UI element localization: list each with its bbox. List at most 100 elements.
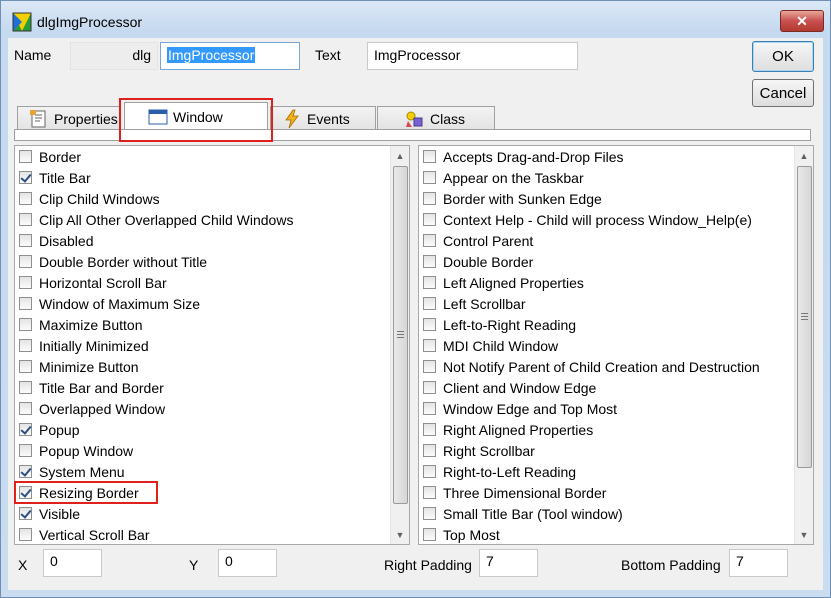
checkbox[interactable]	[19, 339, 32, 352]
checkbox[interactable]	[19, 507, 32, 520]
list-item[interactable]: Visible	[19, 503, 80, 524]
checkbox[interactable]	[19, 192, 32, 205]
checkbox[interactable]	[423, 465, 436, 478]
list-item[interactable]: Title Bar and Border	[19, 377, 164, 398]
list-item[interactable]: Right Scrollbar	[423, 440, 535, 461]
text-input[interactable]: ImgProcessor	[367, 42, 578, 70]
checkbox[interactable]	[19, 150, 32, 163]
checkbox[interactable]	[423, 297, 436, 310]
checkbox[interactable]	[19, 444, 32, 457]
left-scroll-thumb[interactable]	[393, 166, 408, 504]
checkbox[interactable]	[19, 528, 32, 541]
list-item[interactable]: Right-to-Left Reading	[423, 461, 576, 482]
checkbox[interactable]	[423, 234, 436, 247]
list-item[interactable]: Disabled	[19, 230, 93, 251]
list-item[interactable]: Context Help - Child will process Window…	[423, 209, 752, 230]
checkbox[interactable]	[423, 486, 436, 499]
checkbox[interactable]	[423, 402, 436, 415]
checkbox[interactable]	[19, 171, 32, 184]
list-item[interactable]: Clip Child Windows	[19, 188, 160, 209]
checkbox[interactable]	[19, 360, 32, 373]
checkbox[interactable]	[423, 381, 436, 394]
checkbox[interactable]	[19, 402, 32, 415]
scroll-up-icon[interactable]: ▲	[391, 147, 409, 164]
right-list-scrollbar[interactable]: ▲ ▼	[794, 146, 813, 544]
checkbox[interactable]	[19, 255, 32, 268]
list-item[interactable]: Initially Minimized	[19, 335, 149, 356]
title-bar[interactable]: dlgImgProcessor ✕	[1, 1, 830, 37]
list-item[interactable]: Title Bar	[19, 167, 91, 188]
list-item[interactable]: Top Most	[423, 524, 500, 545]
list-item[interactable]: Right Aligned Properties	[423, 419, 593, 440]
window-style-list-right[interactable]: Accepts Drag-and-Drop Files Appear on the…	[418, 145, 814, 545]
left-list-scrollbar[interactable]: ▲ ▼	[390, 146, 409, 544]
tab-properties[interactable]: Properties	[17, 106, 121, 130]
list-item[interactable]: Horizontal Scroll Bar	[19, 272, 167, 293]
checkbox[interactable]	[423, 444, 436, 457]
y-input[interactable]: 0	[218, 549, 277, 577]
scroll-up-icon[interactable]: ▲	[795, 147, 813, 164]
list-item[interactable]: System Menu	[19, 461, 125, 482]
list-item[interactable]: Three Dimensional Border	[423, 482, 606, 503]
checkbox[interactable]	[423, 423, 436, 436]
checkbox[interactable]	[423, 318, 436, 331]
list-item[interactable]: Popup	[19, 419, 79, 440]
list-item[interactable]: Accepts Drag-and-Drop Files	[423, 146, 624, 167]
list-item[interactable]: Window Edge and Top Most	[423, 398, 617, 419]
list-item[interactable]: Not Notify Parent of Child Creation and …	[423, 356, 760, 377]
checkbox[interactable]	[423, 255, 436, 268]
list-item[interactable]: Popup Window	[19, 440, 133, 461]
cancel-button[interactable]: Cancel	[752, 79, 814, 107]
right-padding-input[interactable]: 7	[479, 549, 538, 577]
bottom-padding-input[interactable]: 7	[729, 549, 788, 577]
checkbox[interactable]	[423, 150, 436, 163]
list-item[interactable]: Appear on the Taskbar	[423, 167, 584, 188]
list-item[interactable]: Minimize Button	[19, 356, 139, 377]
checkbox[interactable]	[19, 486, 32, 499]
checkbox[interactable]	[423, 276, 436, 289]
checkbox[interactable]	[423, 171, 436, 184]
checkbox[interactable]	[19, 381, 32, 394]
checkbox[interactable]	[423, 528, 436, 541]
list-item[interactable]: Left Aligned Properties	[423, 272, 584, 293]
checkbox[interactable]	[19, 318, 32, 331]
checkbox[interactable]	[423, 507, 436, 520]
list-item[interactable]: Clip All Other Overlapped Child Windows	[19, 209, 293, 230]
list-item[interactable]: Resizing Border	[19, 482, 139, 503]
checkbox[interactable]	[19, 276, 32, 289]
ok-button[interactable]: OK	[752, 41, 814, 72]
close-button[interactable]: ✕	[780, 10, 824, 32]
checkbox[interactable]	[19, 213, 32, 226]
checkbox[interactable]	[19, 234, 32, 247]
x-input[interactable]: 0	[43, 549, 102, 577]
list-item[interactable]: Vertical Scroll Bar	[19, 524, 149, 545]
list-item[interactable]: Border with Sunken Edge	[423, 188, 602, 209]
scroll-down-icon[interactable]: ▼	[795, 526, 813, 543]
list-item[interactable]: MDI Child Window	[423, 335, 558, 356]
list-item[interactable]: Left-to-Right Reading	[423, 314, 576, 335]
list-item[interactable]: Overlapped Window	[19, 398, 165, 419]
list-item[interactable]: Control Parent	[423, 230, 533, 251]
checkbox[interactable]	[423, 213, 436, 226]
checkbox[interactable]	[19, 297, 32, 310]
checkbox[interactable]	[423, 192, 436, 205]
right-scroll-thumb[interactable]	[797, 166, 812, 468]
name-input[interactable]: ImgProcessor	[160, 42, 300, 70]
checkbox[interactable]	[423, 360, 436, 373]
list-item[interactable]: Border	[19, 146, 81, 167]
window-style-list-left[interactable]: Border Title Bar Clip Child Windows Clip Al…	[14, 145, 410, 545]
checkbox[interactable]	[423, 339, 436, 352]
checkbox[interactable]	[19, 465, 32, 478]
list-item[interactable]: Left Scrollbar	[423, 293, 525, 314]
tab-events[interactable]: Events	[270, 106, 376, 130]
list-item[interactable]: Window of Maximum Size	[19, 293, 200, 314]
tab-window[interactable]: Window	[124, 102, 268, 130]
checkbox[interactable]	[19, 423, 32, 436]
list-item[interactable]: Small Title Bar (Tool window)	[423, 503, 623, 524]
list-item[interactable]: Double Border	[423, 251, 533, 272]
scroll-down-icon[interactable]: ▼	[391, 526, 409, 543]
tab-class[interactable]: Class	[377, 106, 495, 130]
list-item[interactable]: Client and Window Edge	[423, 377, 596, 398]
list-item[interactable]: Maximize Button	[19, 314, 142, 335]
list-item[interactable]: Double Border without Title	[19, 251, 207, 272]
